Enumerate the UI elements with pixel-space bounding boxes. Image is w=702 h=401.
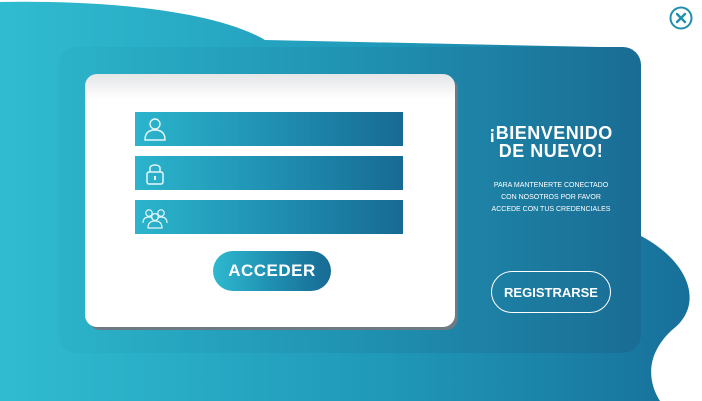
welcome-message: PARA MANTENERTE CONECTADO CON NOSOTROS P… <box>470 180 632 216</box>
welcome-message-line: PARA MANTENERTE CONECTADO <box>493 182 609 189</box>
welcome-title-line2: DE NUEVO! <box>498 141 604 161</box>
user-icon <box>144 118 166 141</box>
register-button[interactable]: REGISTRARSE <box>491 271 611 313</box>
username-field[interactable] <box>135 112 403 148</box>
welcome-message-line: CON NOSOTROS POR FAVOR <box>501 194 601 201</box>
group-icon <box>142 209 168 229</box>
login-form-card: ACCEDER <box>85 74 455 327</box>
close-icon[interactable] <box>669 6 693 30</box>
login-button[interactable]: ACCEDER <box>213 251 331 291</box>
welcome-title: ¡BIENVENIDO DE NUEVO! <box>470 124 632 160</box>
username-input[interactable] <box>175 112 399 148</box>
welcome-message-line: ACCEDE CON TUS CREDENCIALES <box>491 206 611 213</box>
group-input[interactable] <box>175 200 399 236</box>
group-field[interactable] <box>135 200 403 236</box>
password-field[interactable] <box>135 156 403 192</box>
welcome-title-line1: ¡BIENVENIDO <box>489 123 613 143</box>
lock-icon <box>146 164 164 185</box>
password-input[interactable] <box>175 156 399 192</box>
